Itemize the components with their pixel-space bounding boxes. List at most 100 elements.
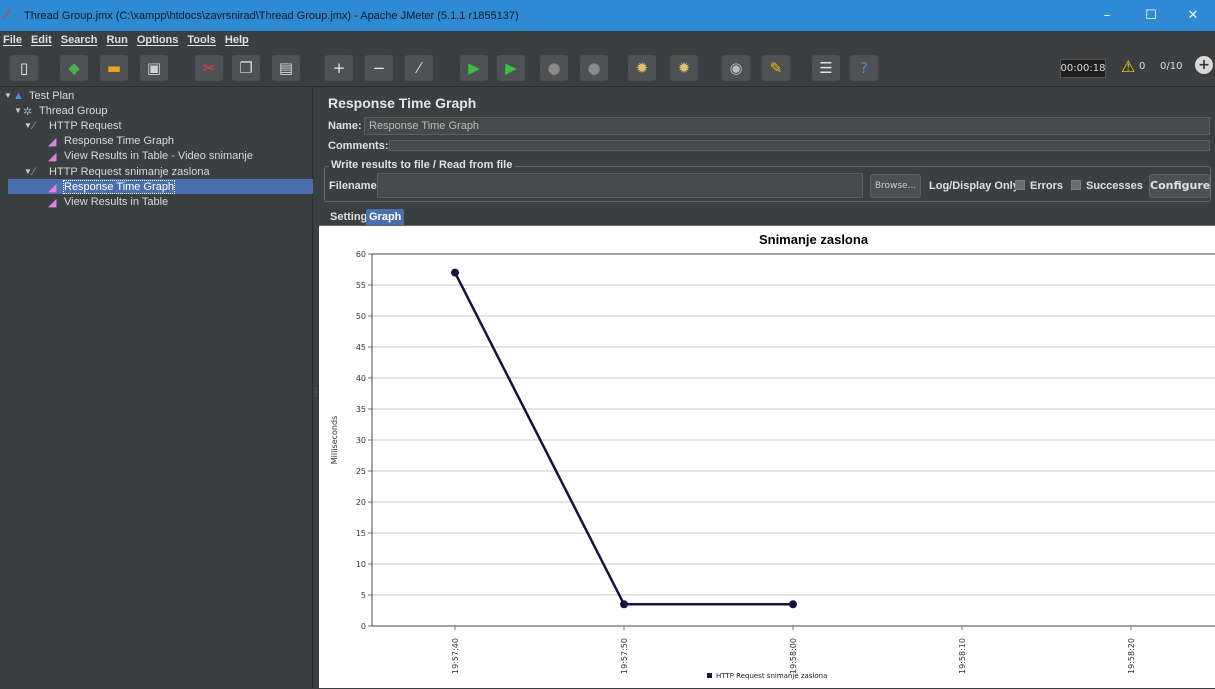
shutdown-button[interactable]: ●	[580, 55, 608, 81]
expand-arrow-icon[interactable]: ▼	[24, 167, 33, 176]
file-section-title: Write results to file / Read from file	[329, 159, 515, 171]
graph-area: Snimanje zaslona 0 5 10 15 20 25 30 35 40 45 50 55 60…	[319, 225, 1215, 688]
menu-options[interactable]: Options	[137, 34, 179, 46]
toolbar: ▯ ◆ ▬ ▣ ✂ ❐ ▤ + − ⁄ ▶ ▶ ● ● ✹ ✹ ◉ ✎ ☰? 00:00:18 ⚠ 0 0/10 +	[0, 49, 1215, 87]
minimize-button[interactable]: –	[1085, 0, 1129, 31]
remote-icon[interactable]: +	[1195, 56, 1213, 74]
comments-label: Comments:	[328, 140, 389, 152]
warning-icon[interactable]: ⚠	[1121, 57, 1135, 76]
x-tick-label: 19:57:40	[451, 638, 460, 674]
y-tick-label: 5	[361, 591, 366, 600]
response-time-chart: Snimanje zaslona 0 5 10 15 20 25 30 35 40 45 50 55 60…	[330, 232, 1215, 680]
tree-node[interactable]: ◢ Response Time Graph	[0, 134, 174, 149]
start-button[interactable]: ▶	[460, 55, 488, 81]
new-button[interactable]: ▯	[10, 55, 38, 81]
search-button[interactable]: ◉	[722, 55, 750, 81]
y-tick-label: 25	[356, 467, 366, 476]
copy-button[interactable]: ❐	[232, 55, 260, 81]
tree-node[interactable]: ◢ Response Time Graph	[8, 179, 313, 195]
reset-search-button[interactable]: ✎	[762, 55, 790, 81]
sampler-icon: ⁄	[33, 165, 35, 178]
toggle-icon: ⁄	[417, 59, 421, 77]
close-button[interactable]: ✕	[1171, 0, 1215, 31]
menu-search[interactable]: Search	[61, 34, 98, 46]
warning-count: 0	[1139, 61, 1146, 72]
listener-icon: ◢	[48, 196, 57, 209]
tree-node-label: HTTP Request	[49, 119, 122, 132]
y-tick-label: 45	[356, 343, 366, 352]
browse-button[interactable]: Browse...	[870, 174, 921, 198]
maximize-button[interactable]: ☐	[1129, 0, 1173, 31]
save-icon: ▣	[146, 59, 162, 77]
tree-node[interactable]: ▼ ✲ Thread Group	[0, 103, 107, 118]
x-tick-label: 19:57:50	[620, 638, 629, 674]
open-button[interactable]: ▬	[100, 55, 128, 81]
configure-button[interactable]: Configure	[1149, 174, 1210, 198]
tree-node-label: View Results in Table - Video snimanje	[64, 150, 253, 163]
tree-node[interactable]: ◢ View Results in Table	[0, 194, 168, 209]
menu-file[interactable]: File	[3, 34, 22, 46]
name-input[interactable]: Response Time Graph	[364, 117, 1210, 135]
errors-checkbox[interactable]	[1015, 180, 1025, 190]
templates-button[interactable]: ◆	[60, 55, 88, 81]
tree-node-label: Response Time Graph	[64, 135, 175, 148]
expand-arrow-icon[interactable]: ▼	[24, 121, 33, 130]
x-tick-label: 19:58:20	[1127, 638, 1136, 674]
menu-tools[interactable]: Tools	[187, 34, 216, 46]
y-tick-label: 0	[361, 622, 366, 631]
tree-node-label: Thread Group	[39, 104, 108, 117]
filename-label: Filename	[329, 180, 377, 192]
help-button[interactable]: ?	[850, 55, 878, 81]
successes-checkbox[interactable]	[1071, 180, 1081, 190]
expand-button[interactable]: +	[325, 55, 353, 81]
toggle-button[interactable]: ⁄	[405, 55, 433, 81]
open-icon: ▬	[106, 59, 122, 77]
log-display-only-label: Log/Display Only:	[929, 180, 1023, 192]
x-tick-label: 19:58:00	[789, 638, 798, 674]
test-plan-tree[interactable]: ▼ ▲ Test Plan ▼ ✲ Thread Group ▼ ⁄ HTTP Request ◢…	[0, 87, 313, 688]
new-icon: ▯	[19, 59, 29, 77]
tree-node[interactable]: ▼ ▲ Test Plan	[0, 88, 74, 103]
start-no-pauses-button[interactable]: ▶	[497, 55, 525, 81]
data-point	[620, 600, 628, 609]
cut-icon: ✂	[202, 59, 216, 77]
stop-button[interactable]: ●	[540, 55, 568, 81]
function-helper-icon: ☰	[819, 59, 833, 77]
data-point	[451, 268, 459, 277]
comments-input[interactable]	[389, 140, 1210, 151]
function-helper-button[interactable]: ☰	[812, 55, 840, 81]
clear-icon: ✹	[635, 59, 649, 77]
collapse-icon: −	[372, 59, 386, 77]
element-panel: Response Time Graph Name: Response Time …	[319, 87, 1215, 688]
tree-node[interactable]: ◢ View Results in Table - Video snimanje	[0, 149, 253, 164]
menu-edit[interactable]: Edit	[31, 34, 52, 46]
menu-help[interactable]: Help	[225, 34, 249, 46]
start-icon: ▶	[468, 59, 480, 77]
filename-input[interactable]	[377, 173, 863, 198]
clear-all-button[interactable]: ✹	[670, 55, 698, 81]
tree-node[interactable]: ▼ ⁄ HTTP Request snimanje zaslona	[0, 164, 210, 179]
menu-run[interactable]: Run	[106, 34, 127, 46]
tree-node-label: Test Plan	[29, 89, 75, 102]
expand-arrow-icon[interactable]: ▼	[4, 91, 13, 100]
save-button[interactable]: ▣	[140, 55, 168, 81]
tree-node-label: View Results in Table	[64, 195, 169, 208]
sampler-icon: ⁄	[33, 119, 35, 132]
active-threads: 0/10	[1160, 61, 1183, 72]
help-icon: ?	[860, 59, 868, 77]
listener-icon: ◢	[48, 181, 57, 194]
listener-icon: ◢	[48, 136, 57, 149]
jmeter-logo-icon: ⁄	[6, 7, 9, 23]
paste-button[interactable]: ▤	[272, 55, 300, 81]
tree-node[interactable]: ▼ ⁄ HTTP Request	[0, 118, 122, 133]
y-tick-label: 60	[356, 250, 366, 259]
reset-search-icon: ✎	[769, 59, 783, 77]
y-tick-label: 55	[356, 281, 366, 290]
cut-button[interactable]: ✂	[195, 55, 223, 81]
clear-all-icon: ✹	[677, 59, 691, 77]
collapse-button[interactable]: −	[365, 55, 393, 81]
expand-arrow-icon[interactable]: ▼	[14, 106, 23, 115]
name-label: Name:	[328, 120, 362, 132]
tab-graph[interactable]: Graph	[366, 209, 405, 225]
clear-button[interactable]: ✹	[628, 55, 656, 81]
